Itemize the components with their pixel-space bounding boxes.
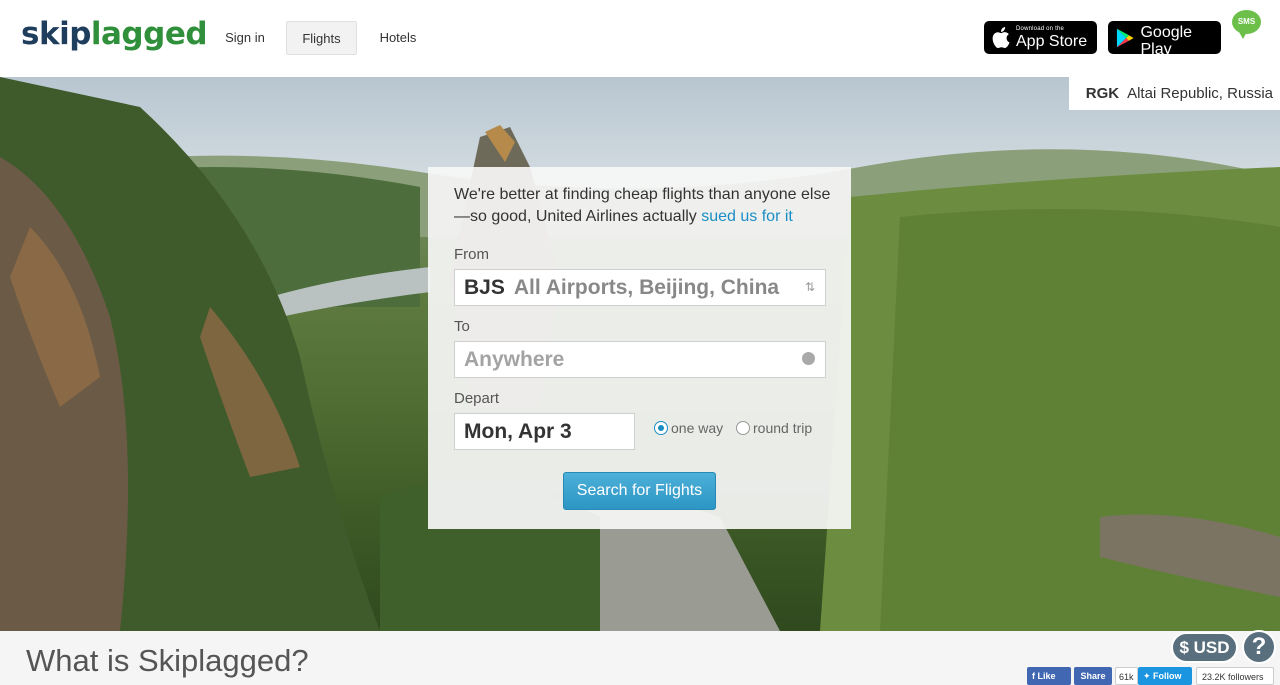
logo-text-lagged: lagged bbox=[90, 16, 208, 52]
globe-icon[interactable] bbox=[802, 352, 815, 365]
twitter-icon: ✦ bbox=[1143, 671, 1154, 681]
logo-text-skip: skip bbox=[21, 16, 91, 52]
sued-link[interactable]: sued us for it bbox=[701, 208, 793, 225]
nav-hotels[interactable]: Hotels bbox=[366, 21, 430, 55]
depart-date-value: Mon, Apr 3 bbox=[464, 419, 572, 443]
apple-icon bbox=[992, 27, 1010, 48]
app-store-button[interactable]: Download on the App Store bbox=[984, 21, 1097, 54]
depart-label: Depart bbox=[454, 390, 500, 407]
from-airport-code: BJS bbox=[464, 275, 505, 299]
round-trip-option[interactable]: round trip bbox=[736, 420, 812, 436]
section-title: What is Skiplagged? bbox=[26, 643, 309, 678]
location-name: Altai Republic, Russia bbox=[1127, 85, 1273, 102]
search-flights-button[interactable]: Search for Flights bbox=[563, 472, 716, 510]
to-placeholder: Anywhere bbox=[464, 347, 565, 371]
facebook-like-button[interactable]: f Like bbox=[1027, 667, 1071, 685]
google-play-small-text: GET IT ON bbox=[1140, 17, 1173, 23]
facebook-like-count: 61k bbox=[1115, 667, 1138, 685]
google-play-big-text: Google Play bbox=[1140, 24, 1193, 58]
twitter-follower-count: 23.2K followers bbox=[1196, 667, 1274, 685]
from-label: From bbox=[454, 246, 489, 263]
header: skiplagged Sign in Flights Hotels Downlo… bbox=[0, 0, 1280, 77]
fb-like-label: Like bbox=[1037, 671, 1056, 681]
app-store-small-text: Download on the bbox=[1016, 25, 1065, 32]
to-label: To bbox=[454, 318, 470, 335]
from-airport-name: All Airports, Beijing, China bbox=[513, 275, 780, 299]
depart-date-input[interactable]: Mon, Apr 3 bbox=[454, 413, 635, 450]
twitter-follow-button[interactable]: ✦ Follow bbox=[1138, 667, 1192, 685]
google-play-button[interactable]: GET IT ON Google Play bbox=[1108, 17, 1221, 58]
tagline: We're better at finding cheap flights th… bbox=[454, 184, 834, 228]
to-input[interactable]: Anywhere bbox=[454, 341, 826, 378]
currency-selector[interactable]: $ USD bbox=[1171, 632, 1238, 663]
help-icon[interactable]: ? bbox=[1242, 630, 1276, 664]
one-way-option[interactable]: one way bbox=[654, 420, 723, 436]
location-code: RGK bbox=[1085, 85, 1120, 102]
location-tag: RGK Altai Republic, Russia bbox=[1068, 77, 1280, 110]
from-input[interactable]: BJS All Airports, Beijing, China ⇅ bbox=[454, 269, 826, 306]
skiplagged-logo[interactable]: skiplagged bbox=[21, 16, 208, 52]
nav-sign-in[interactable]: Sign in bbox=[213, 21, 277, 55]
tw-follow-label: Follow bbox=[1153, 671, 1182, 681]
nav-flights[interactable]: Flights bbox=[286, 21, 357, 55]
flight-search-card: We're better at finding cheap flights th… bbox=[428, 167, 851, 529]
facebook-share-button[interactable]: Share bbox=[1074, 667, 1112, 685]
app-store-big-text: App Store bbox=[1016, 32, 1088, 50]
round-trip-label: round trip bbox=[753, 420, 813, 436]
round-trip-radio[interactable] bbox=[736, 421, 750, 435]
sms-icon[interactable]: SMS bbox=[1232, 10, 1261, 39]
one-way-radio[interactable] bbox=[654, 421, 668, 435]
swap-icon[interactable]: ⇅ bbox=[805, 280, 815, 294]
one-way-label: one way bbox=[671, 420, 724, 436]
google-play-icon bbox=[1116, 28, 1134, 47]
